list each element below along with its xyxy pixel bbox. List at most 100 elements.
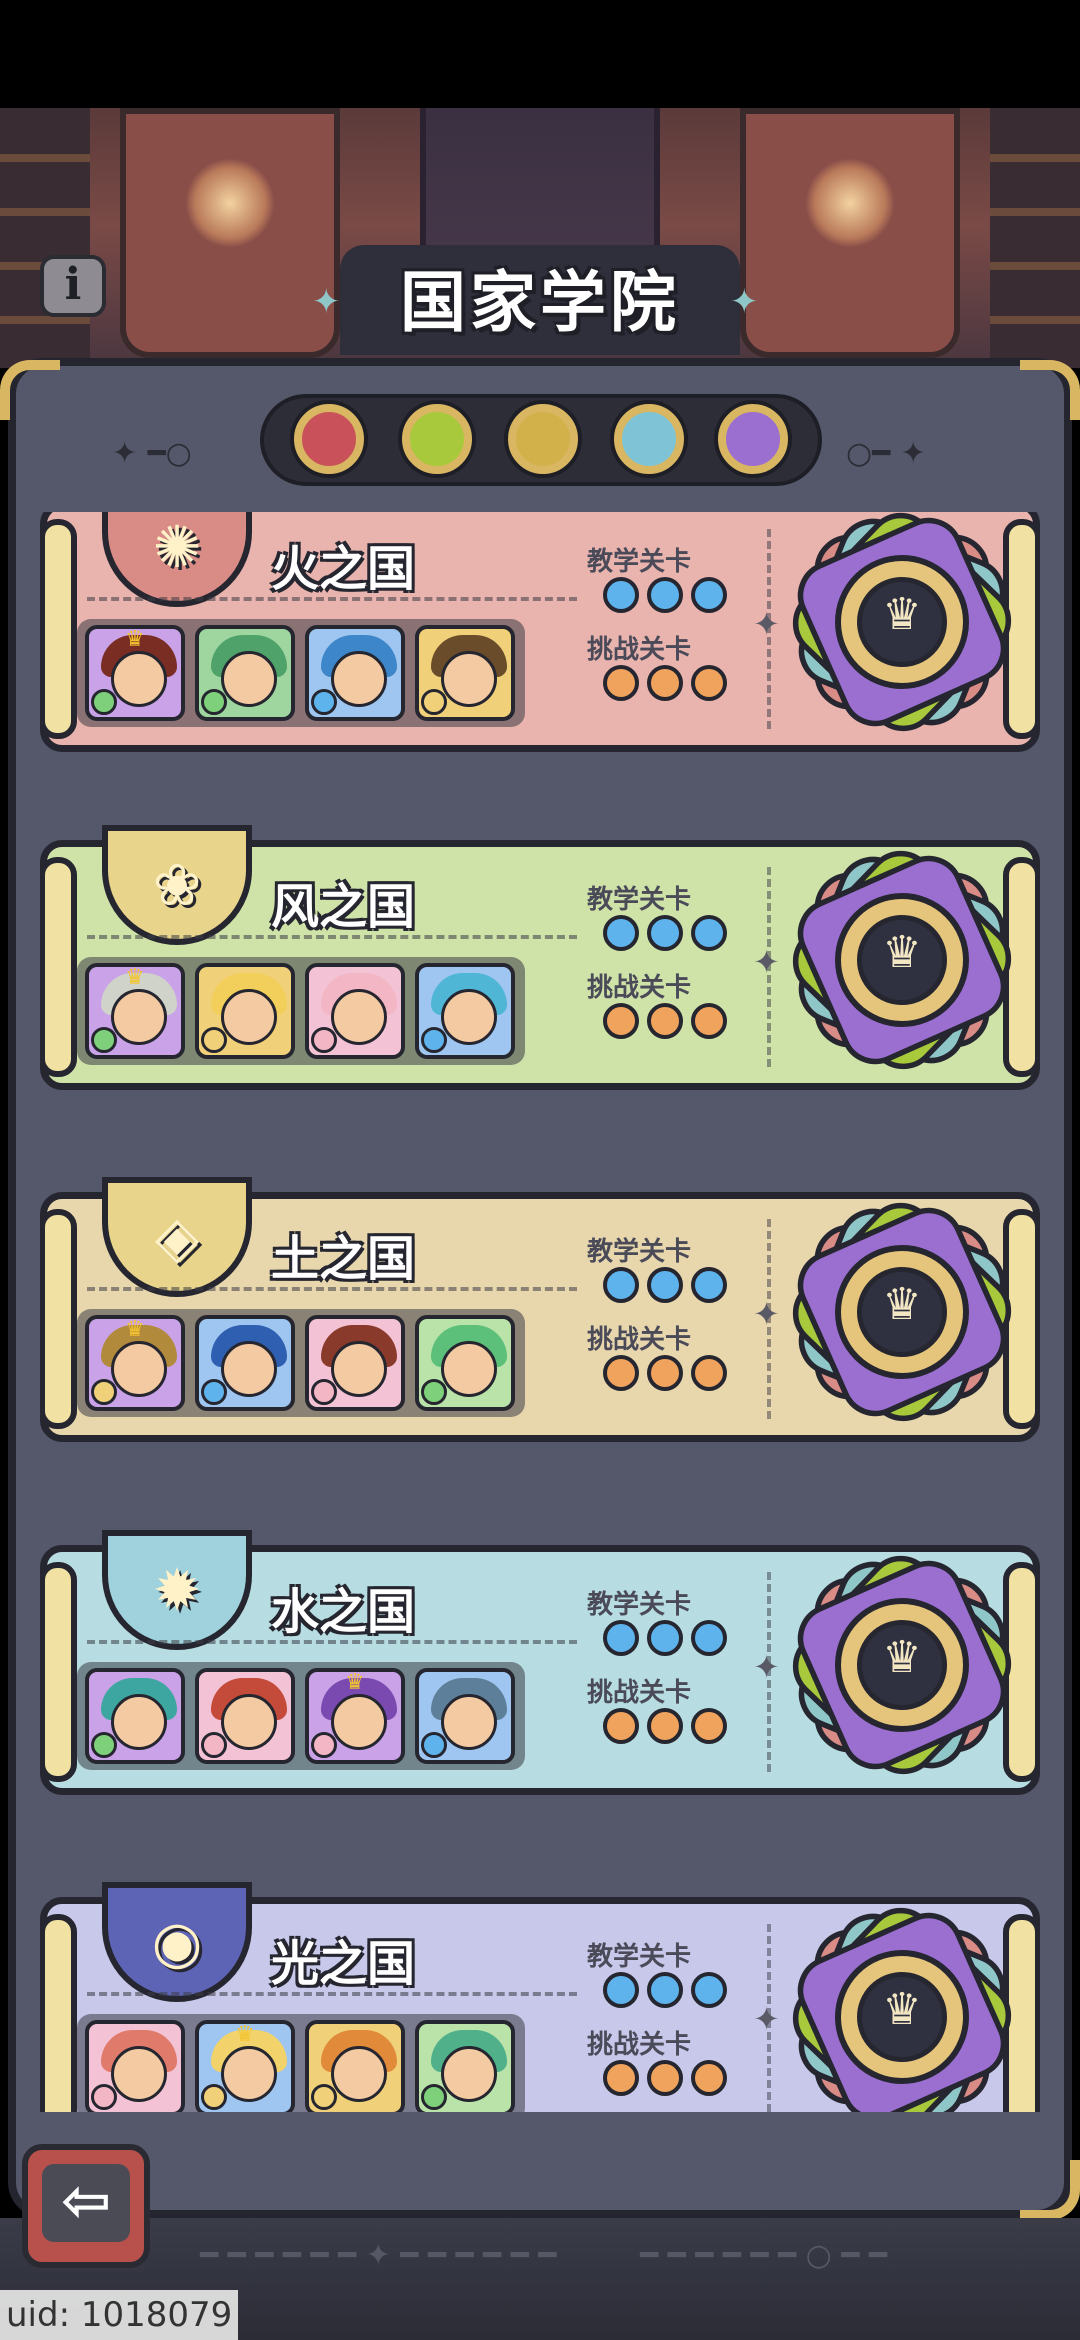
nation-card[interactable]: ❀ 风之国 ♛ 教学关卡 挑战关卡 ✦ ♛ bbox=[40, 825, 1040, 1090]
hero-portrait[interactable] bbox=[195, 1668, 295, 1764]
hero-face bbox=[331, 651, 387, 707]
teaching-stage-label: 教学关卡 bbox=[587, 885, 692, 915]
hero-portrait[interactable] bbox=[415, 1668, 515, 1764]
divider bbox=[87, 597, 577, 601]
element-badge-icon bbox=[421, 1732, 447, 1758]
planet-orb-icon: ◉ bbox=[151, 1908, 203, 1976]
hero-portrait[interactable] bbox=[195, 963, 295, 1059]
hero-roster: ♛ bbox=[77, 619, 525, 727]
element-badge-icon bbox=[421, 1027, 447, 1053]
teaching-progress-dot bbox=[647, 915, 683, 951]
hero-face bbox=[111, 651, 167, 707]
hero-portrait[interactable]: ♛ bbox=[195, 2020, 295, 2112]
hero-face bbox=[331, 1694, 387, 1750]
hero-face bbox=[221, 2046, 277, 2102]
nation-card[interactable]: ◉ 光之国 ♛ 教学关卡 挑战关卡 ✦ ♛ bbox=[40, 1882, 1040, 2112]
challenge-stage-label: 挑战关卡 bbox=[587, 1325, 692, 1355]
crown-medal-icon[interactable]: ♛ bbox=[778, 836, 1026, 1084]
filter-water-button[interactable] bbox=[614, 404, 684, 474]
nation-card[interactable]: ✹ 水之国 ♛ 教学关卡 挑战关卡 ✦ ♛ bbox=[40, 1530, 1040, 1795]
nation-name: 水之国 bbox=[271, 1584, 416, 1640]
nation-name: 土之国 bbox=[271, 1231, 416, 1287]
hero-portrait[interactable] bbox=[305, 2020, 405, 2112]
sparkle-icon: ✦ bbox=[312, 282, 341, 322]
hero-face bbox=[331, 989, 387, 1045]
crown-medal-icon[interactable]: ♛ bbox=[778, 1541, 1026, 1789]
back-arrow-icon: ⇦ bbox=[42, 2164, 130, 2242]
hero-portrait[interactable] bbox=[195, 1315, 295, 1411]
teaching-stage-label: 教学关卡 bbox=[587, 1590, 692, 1620]
challenge-progress-dot bbox=[691, 665, 727, 701]
crown-icon: ♛ bbox=[125, 627, 145, 652]
page-title: 国家学院 bbox=[400, 264, 680, 341]
teaching-progress-dot bbox=[603, 1267, 639, 1303]
challenge-stage-label: 挑战关卡 bbox=[587, 2030, 692, 2060]
hero-roster: ♛ bbox=[77, 1309, 525, 1417]
element-badge-icon bbox=[91, 1027, 117, 1053]
teaching-stage-label: 教学关卡 bbox=[587, 547, 692, 577]
crown-icon: ♛ bbox=[882, 1279, 922, 1330]
hero-portrait[interactable] bbox=[305, 963, 405, 1059]
sparkle-icon: ✦ bbox=[753, 943, 780, 981]
challenge-progress-dot bbox=[691, 1355, 727, 1391]
crown-icon: ♛ bbox=[882, 1984, 922, 2035]
filter-wind-button[interactable] bbox=[402, 404, 472, 474]
teaching-progress-dot bbox=[691, 577, 727, 613]
crown-medal-icon[interactable]: ♛ bbox=[778, 512, 1026, 746]
element-badge-icon bbox=[201, 1379, 227, 1405]
lamp-left-icon bbox=[185, 158, 275, 248]
challenge-progress-dot bbox=[603, 1355, 639, 1391]
teaching-progress-dot bbox=[603, 1620, 639, 1656]
info-button[interactable]: i bbox=[40, 255, 106, 317]
hero-portrait[interactable] bbox=[415, 625, 515, 721]
info-icon: i bbox=[64, 259, 82, 310]
challenge-progress-dot bbox=[603, 665, 639, 701]
nation-name: 火之国 bbox=[271, 541, 416, 597]
uid-label: uid: 1018079 bbox=[0, 2290, 239, 2340]
hero-portrait[interactable] bbox=[415, 2020, 515, 2112]
sun-gear-icon: ✺ bbox=[152, 513, 202, 581]
hero-portrait[interactable] bbox=[85, 2020, 185, 2112]
crown-icon: ♛ bbox=[125, 965, 145, 990]
hero-face bbox=[221, 1341, 277, 1397]
hero-portrait[interactable] bbox=[195, 625, 295, 721]
nation-emblem: ◉ bbox=[102, 1882, 252, 2002]
element-badge-icon bbox=[201, 1732, 227, 1758]
nation-name: 风之国 bbox=[271, 879, 416, 935]
divider bbox=[87, 935, 577, 939]
sparkle-icon: ✦ bbox=[753, 1648, 780, 1686]
filter-earth-button[interactable] bbox=[508, 404, 578, 474]
hero-portrait[interactable] bbox=[85, 1668, 185, 1764]
hero-portrait[interactable]: ♛ bbox=[85, 963, 185, 1059]
crown-medal-icon[interactable]: ♛ bbox=[778, 1188, 1026, 1436]
element-badge-icon bbox=[91, 689, 117, 715]
nation-card[interactable]: ✺ 火之国 ♛ 教学关卡 挑战关卡 ✦ ♛ bbox=[40, 512, 1040, 752]
diamond-stone-icon: ◈ bbox=[154, 1203, 200, 1271]
challenge-progress-dot bbox=[603, 1003, 639, 1039]
element-badge-icon bbox=[201, 2084, 227, 2110]
corner-ornament bbox=[1020, 360, 1080, 420]
filter-light-button[interactable] bbox=[718, 404, 788, 474]
filter-fire-button[interactable] bbox=[294, 404, 364, 474]
hero-portrait[interactable] bbox=[305, 625, 405, 721]
crown-medal-icon[interactable]: ♛ bbox=[778, 1893, 1026, 2112]
teaching-progress-dot bbox=[647, 1972, 683, 2008]
challenge-stage-label: 挑战关卡 bbox=[587, 973, 692, 1003]
hero-portrait[interactable]: ♛ bbox=[305, 1668, 405, 1764]
element-badge-icon bbox=[201, 1027, 227, 1053]
hero-portrait[interactable] bbox=[305, 1315, 405, 1411]
card-edge bbox=[40, 1562, 77, 1782]
teaching-progress-dot bbox=[691, 1267, 727, 1303]
hero-portrait[interactable] bbox=[415, 963, 515, 1059]
hero-portrait[interactable]: ♛ bbox=[85, 625, 185, 721]
nation-card[interactable]: ◈ 土之国 ♛ 教学关卡 挑战关卡 ✦ ♛ bbox=[40, 1177, 1040, 1442]
lamp-right-icon bbox=[805, 158, 895, 248]
hero-portrait[interactable] bbox=[415, 1315, 515, 1411]
element-badge-icon bbox=[91, 1379, 117, 1405]
back-button[interactable]: ⇦ bbox=[22, 2144, 150, 2268]
hero-face bbox=[441, 1341, 497, 1397]
hero-portrait[interactable]: ♛ bbox=[85, 1315, 185, 1411]
nation-emblem: ✺ bbox=[102, 512, 252, 607]
nation-list[interactable]: ✺ 火之国 ♛ 教学关卡 挑战关卡 ✦ ♛ ❀ 风之国 ♛ 教学关卡 挑战关卡 ✦ ♛ ◈ 土之国 ♛ 教学关卡挑… bbox=[40, 512, 1040, 2112]
crown-icon: ♛ bbox=[345, 1670, 365, 1695]
